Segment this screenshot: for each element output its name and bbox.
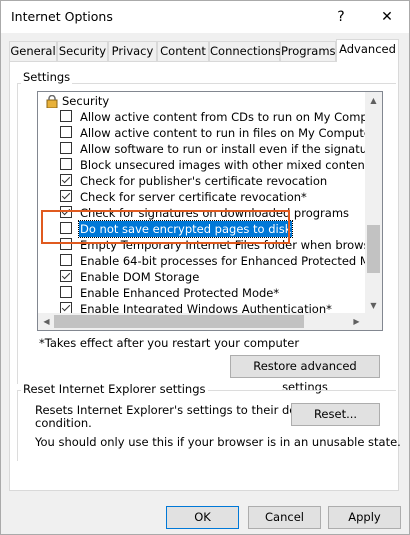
item-label: Enable Enhanced Protected Mode* xyxy=(80,286,280,300)
horizontal-scroll-thumb[interactable] xyxy=(54,315,304,328)
scroll-up-arrow-icon[interactable]: ▲ xyxy=(365,92,382,109)
cancel-button[interactable]: Cancel xyxy=(248,506,321,529)
reset-warning: You should only use this if your browser… xyxy=(35,435,401,449)
restore-advanced-settings-button[interactable]: Restore advanced settings xyxy=(230,355,380,394)
tab-privacy[interactable]: Privacy xyxy=(108,41,157,61)
title-bar: Internet Options ? ✕ xyxy=(1,1,409,33)
item-label: Enable DOM Storage xyxy=(80,270,200,284)
item-label: Block unsecured images with other mixed … xyxy=(80,158,370,172)
tab-general[interactable]: General xyxy=(9,41,57,61)
item-label: Allow active content to run in files on … xyxy=(80,126,382,140)
tab-content[interactable]: Content xyxy=(157,41,209,61)
checkbox[interactable] xyxy=(60,190,72,202)
category-label: Security xyxy=(62,94,110,108)
tab-connections[interactable]: Connections xyxy=(209,41,281,61)
checkbox[interactable] xyxy=(60,158,72,170)
reset-description-line1: Resets Internet Explorer's settings to t… xyxy=(35,403,323,417)
ok-button[interactable]: OK xyxy=(166,506,239,529)
checkbox[interactable] xyxy=(60,286,72,298)
internet-options-dialog: Internet Options ? ✕ General Security Pr… xyxy=(0,0,410,535)
scroll-left-arrow-icon[interactable]: ◀ xyxy=(38,313,55,330)
reset-button[interactable]: Reset... xyxy=(291,403,380,426)
item-label: Check for publisher's certificate revoca… xyxy=(80,174,328,188)
horizontal-scrollbar[interactable]: ◀ ▶ xyxy=(38,313,365,330)
reset-description-line2: condition. xyxy=(35,416,92,430)
item-label: Enable 64-bit processes for Enhanced Pro… xyxy=(80,254,383,268)
checkbox[interactable] xyxy=(60,174,72,186)
restart-note: *Takes effect after you restart your com… xyxy=(39,336,300,350)
tab-security[interactable]: Security xyxy=(57,41,108,61)
close-button[interactable]: ✕ xyxy=(375,5,399,29)
checkbox[interactable] xyxy=(60,110,72,122)
scroll-right-arrow-icon[interactable]: ▶ xyxy=(348,313,365,330)
lock-icon xyxy=(46,95,58,108)
vertical-scrollbar[interactable]: ▲ ▼ xyxy=(365,92,382,314)
annotation-highlight-box xyxy=(41,210,290,244)
checkbox[interactable] xyxy=(60,142,72,154)
checkbox[interactable] xyxy=(60,126,72,138)
help-button[interactable]: ? xyxy=(329,5,353,29)
item-label: Allow software to run or install even if… xyxy=(80,142,382,156)
reset-group-label: Reset Internet Explorer settings xyxy=(21,382,208,396)
window-title: Internet Options xyxy=(11,9,113,24)
tab-programs[interactable]: Programs xyxy=(280,41,336,61)
tab-advanced[interactable]: Advanced xyxy=(336,39,399,62)
checkbox[interactable] xyxy=(60,254,72,266)
checkbox[interactable] xyxy=(60,270,72,282)
apply-button[interactable]: Apply xyxy=(328,506,401,529)
vertical-scroll-thumb[interactable] xyxy=(367,225,380,273)
settings-group-label: Settings xyxy=(21,70,73,84)
item-label: Check for server certificate revocation* xyxy=(80,190,307,204)
tab-strip: General Security Privacy Content Connect… xyxy=(9,39,399,62)
scroll-down-arrow-icon[interactable]: ▼ xyxy=(365,297,382,314)
scroll-corner xyxy=(365,313,382,330)
item-label: Allow active content from CDs to run on … xyxy=(80,110,383,124)
